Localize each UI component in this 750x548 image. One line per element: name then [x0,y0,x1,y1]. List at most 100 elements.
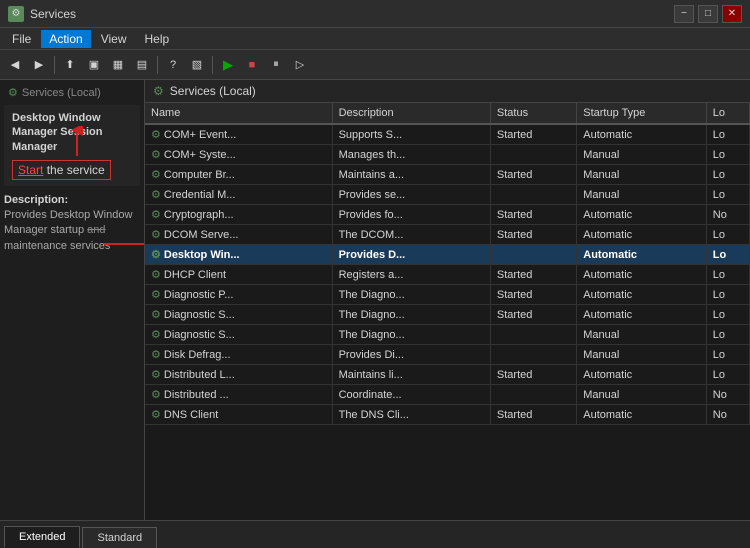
stop-button[interactable]: ■ [241,54,263,76]
table-row[interactable]: ⚙Desktop Win...Provides D...AutomaticLo [145,245,750,265]
service-local-cell: No [706,405,749,425]
forward-button[interactable]: ▶ [28,54,50,76]
service-name-cell: ⚙Computer Br... [145,165,332,185]
table-row[interactable]: ⚙COM+ Event...Supports S...StartedAutoma… [145,124,750,145]
services-table-container[interactable]: Name Description Status Startup Type Lo … [145,103,750,520]
service-desc-cell: Provides Di... [332,345,490,365]
title-bar-left: ⚙ Services [8,6,76,22]
panel-gear-icon: ⚙ [153,84,164,98]
service-local-cell: Lo [706,225,749,245]
service-desc-cell: Coordinate... [332,385,490,405]
toolbar-separator-2 [157,56,158,74]
close-button[interactable]: ✕ [722,5,742,23]
help-button[interactable]: ? [162,54,184,76]
table-row[interactable]: ⚙COM+ Syste...Manages th...ManualLo [145,145,750,165]
service-name-cell: ⚙DCOM Serve... [145,225,332,245]
start-link[interactable]: Start [18,163,43,177]
main-content: ⚙ Services (Local) Desktop Window Manage… [0,80,750,520]
back-button[interactable]: ◀ [4,54,26,76]
service-status-cell: Started [490,365,576,385]
table-row[interactable]: ⚙Computer Br...Maintains a...StartedManu… [145,165,750,185]
service-name-cell: ⚙Credential M... [145,185,332,205]
table-row[interactable]: ⚙Diagnostic S...The Diagno...StartedAuto… [145,305,750,325]
service-row-icon: ⚙ [151,169,161,181]
col-startup-type[interactable]: Startup Type [577,103,707,124]
view3-button[interactable]: ▤ [131,54,153,76]
start-link-box: Start the service [12,160,111,180]
view4-button[interactable]: ▧ [186,54,208,76]
service-row-icon: ⚙ [151,189,161,201]
table-row[interactable]: ⚙Diagnostic P...The Diagno...StartedAuto… [145,285,750,305]
service-startup-cell: Automatic [577,245,707,265]
toolbar-separator-1 [54,56,55,74]
maximize-button[interactable]: □ [698,5,718,23]
service-name-cell: ⚙DNS Client [145,405,332,425]
menu-help[interactable]: Help [137,30,178,48]
menu-file[interactable]: File [4,30,39,48]
service-startup-cell: Manual [577,185,707,205]
table-row[interactable]: ⚙DHCP ClientRegisters a...StartedAutomat… [145,265,750,285]
table-row[interactable]: ⚙Distributed L...Maintains li...StartedA… [145,365,750,385]
service-desc-cell: Manages th... [332,145,490,165]
table-row[interactable]: ⚙Cryptograph...Provides fo...StartedAuto… [145,205,750,225]
service-desc-cell: Supports S... [332,124,490,145]
service-name-cell: ⚙Diagnostic S... [145,325,332,345]
service-status-cell [490,185,576,205]
table-row[interactable]: ⚙Credential M...Provides se...ManualLo [145,185,750,205]
services-table: Name Description Status Startup Type Lo … [145,103,750,425]
col-status[interactable]: Status [490,103,576,124]
service-status-cell [490,325,576,345]
resume-button[interactable]: ▷ [289,54,311,76]
service-startup-cell: Manual [577,165,707,185]
description-label: Description: [4,194,140,206]
play-button[interactable]: ▶ [217,54,239,76]
view2-button[interactable]: ▦ [107,54,129,76]
window-controls: − □ ✕ [674,5,742,23]
service-name-cell: ⚙DHCP Client [145,265,332,285]
service-row-icon: ⚙ [151,209,161,221]
menu-view[interactable]: View [93,30,135,48]
col-name[interactable]: Name [145,103,332,124]
service-local-cell: No [706,205,749,225]
service-startup-cell: Manual [577,385,707,405]
view1-button[interactable]: ▣ [83,54,105,76]
service-desc-cell: The Diagno... [332,285,490,305]
tab-extended[interactable]: Extended [4,526,80,548]
table-header-row: Name Description Status Startup Type Lo [145,103,750,124]
table-row[interactable]: ⚙DNS ClientThe DNS Cli...StartedAutomati… [145,405,750,425]
service-startup-cell: Automatic [577,285,707,305]
service-startup-cell: Automatic [577,305,707,325]
service-name-cell: ⚙Disk Defrag... [145,345,332,365]
service-row-icon: ⚙ [151,249,161,261]
sidebar-header: ⚙ Services (Local) [4,84,140,101]
service-name-cell: ⚙COM+ Event... [145,124,332,145]
toolbar: ◀ ▶ ⬆ ▣ ▦ ▤ ? ▧ ▶ ■ ⏸ ▷ [0,50,750,80]
tab-standard[interactable]: Standard [82,527,157,548]
service-startup-cell: Automatic [577,405,707,425]
service-local-cell: Lo [706,145,749,165]
service-desc-cell: Provides D... [332,245,490,265]
service-row-icon: ⚙ [151,409,161,421]
service-startup-cell: Automatic [577,365,707,385]
table-row[interactable]: ⚙Distributed ...Coordinate...ManualNo [145,385,750,405]
service-row-icon: ⚙ [151,329,161,341]
table-row[interactable]: ⚙DCOM Serve...The DCOM...StartedAutomati… [145,225,750,245]
col-description[interactable]: Description [332,103,490,124]
service-row-icon: ⚙ [151,369,161,381]
minimize-button[interactable]: − [674,5,694,23]
table-row[interactable]: ⚙Disk Defrag...Provides Di...ManualLo [145,345,750,365]
service-local-cell: Lo [706,285,749,305]
up-button[interactable]: ⬆ [59,54,81,76]
service-desc-cell: Provides se... [332,185,490,205]
bottom-tabs: Extended Standard [0,520,750,548]
menu-action[interactable]: Action [41,30,90,48]
pause-button[interactable]: ⏸ [265,54,287,76]
right-panel: ⚙ Services (Local) Name Description Stat… [145,80,750,520]
service-name-cell: ⚙Distributed ... [145,385,332,405]
service-status-cell: Started [490,265,576,285]
service-local-cell: Lo [706,325,749,345]
table-row[interactable]: ⚙Diagnostic S...The Diagno...ManualLo [145,325,750,345]
service-startup-cell: Automatic [577,205,707,225]
col-local[interactable]: Lo [706,103,749,124]
service-status-cell: Started [490,285,576,305]
